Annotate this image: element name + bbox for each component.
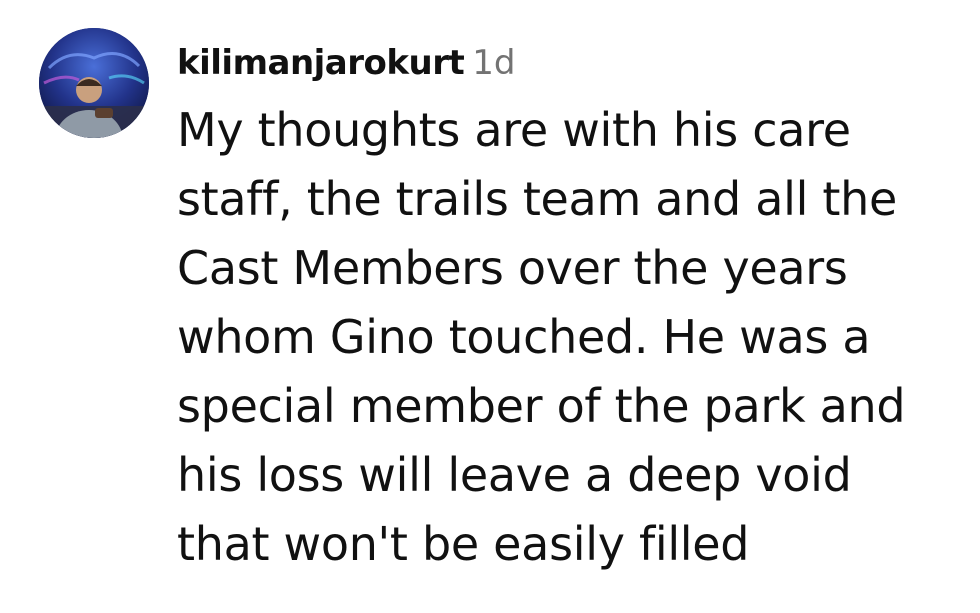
comment-text-line: My thoughts are with his care — [177, 103, 851, 157]
avatar[interactable] — [39, 28, 149, 138]
comment-text: My thoughts are with his care staff, the… — [177, 96, 967, 579]
user-avatar-photo-icon — [39, 28, 149, 138]
username-link[interactable]: kilimanjarokurt — [177, 43, 465, 83]
comment-text-line: Cast Members over the years — [177, 241, 848, 295]
comment-text-line: his loss will leave a deep void — [177, 448, 852, 502]
comment-text-line: special member of the park and — [177, 379, 906, 433]
comment-header: kilimanjarokurt 1d — [177, 38, 515, 88]
comment-text-line: whom Gino touched. He was a — [177, 310, 871, 364]
comment: kilimanjarokurt 1d My thoughts are with h… — [0, 0, 980, 613]
timestamp[interactable]: 1d — [472, 43, 515, 83]
comment-text-line: that won't be easily filled — [177, 517, 750, 571]
comment-text-line: staff, the trails team and all the — [177, 172, 898, 226]
